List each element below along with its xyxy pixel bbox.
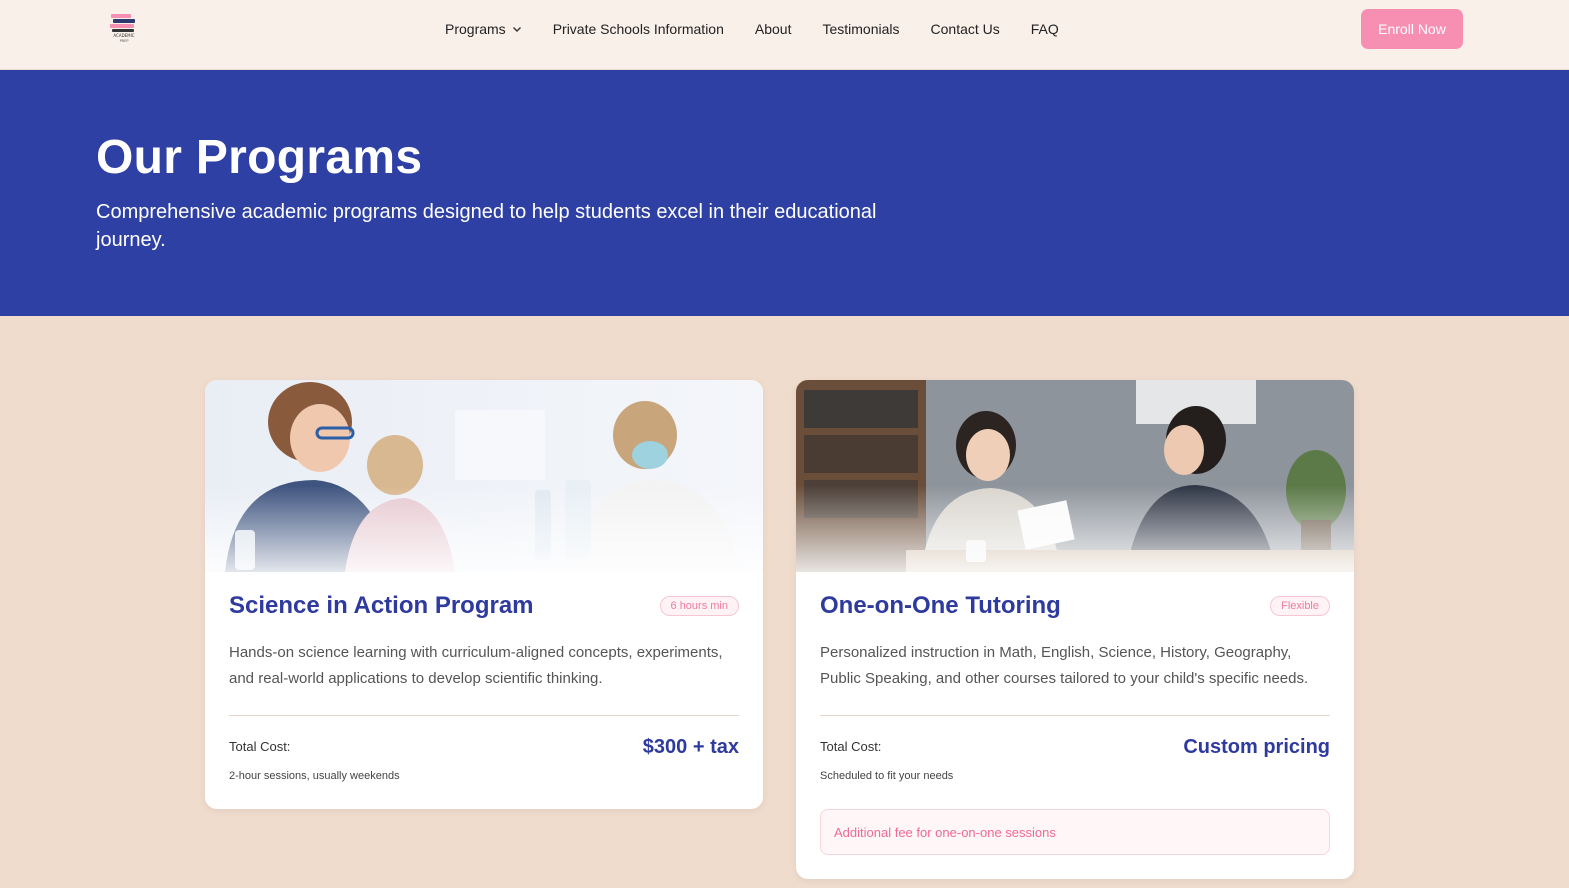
main-nav: Programs Private Schools Information Abo…	[445, 0, 1090, 58]
program-card-tutoring: One-on-One Tutoring Flexible Personalize…	[796, 380, 1354, 879]
hero-banner: Our Programs Comprehensive academic prog…	[0, 70, 1569, 316]
nav-programs[interactable]: Programs	[445, 21, 522, 37]
nav-programs-label: Programs	[445, 21, 506, 37]
nav-testimonials[interactable]: Testimonials	[822, 21, 899, 37]
page-title: Our Programs	[96, 131, 423, 184]
academic-prep-logo[interactable]: ACADEMIC PREP	[108, 10, 140, 46]
program-title: Science in Action Program	[229, 592, 534, 619]
divider	[229, 715, 739, 716]
program-description: Personalized instruction in Math, Englis…	[820, 644, 1309, 687]
schedule-note: 2-hour sessions, usually weekends	[229, 770, 400, 782]
page-subtitle: Comprehensive academic programs designed…	[96, 201, 877, 251]
schedule-note: Scheduled to fit your needs	[820, 770, 954, 782]
navbar: ACADEMIC PREP Programs Private Schools I…	[0, 0, 1569, 70]
science-lab-image	[205, 380, 763, 572]
program-price: $300 + tax	[642, 736, 739, 758]
duration-badge: Flexible	[1270, 596, 1330, 616]
chevron-down-icon	[512, 27, 521, 32]
cost-label: Total Cost:	[820, 739, 882, 754]
program-card-science: Science in Action Program 6 hours min Ha…	[205, 380, 763, 809]
nav-private-schools[interactable]: Private Schools Information	[553, 21, 724, 37]
divider	[820, 715, 1330, 716]
tutoring-image	[796, 380, 1354, 572]
program-title: One-on-One Tutoring	[820, 592, 1061, 619]
program-description: Hands-on science learning with curriculu…	[229, 644, 723, 687]
nav-contact[interactable]: Contact Us	[931, 21, 1000, 37]
svg-text:ACADEMIC: ACADEMIC	[113, 33, 134, 38]
additional-fee-notice: Additional fee for one-on-one sessions	[820, 809, 1330, 855]
nav-about[interactable]: About	[755, 21, 792, 37]
duration-badge: 6 hours min	[659, 596, 739, 616]
cost-label: Total Cost:	[229, 739, 291, 754]
nav-faq[interactable]: FAQ	[1031, 21, 1059, 37]
program-price: Custom pricing	[1183, 736, 1330, 758]
svg-text:PREP: PREP	[120, 39, 129, 43]
enroll-now-button[interactable]: Enroll Now	[1361, 9, 1463, 49]
